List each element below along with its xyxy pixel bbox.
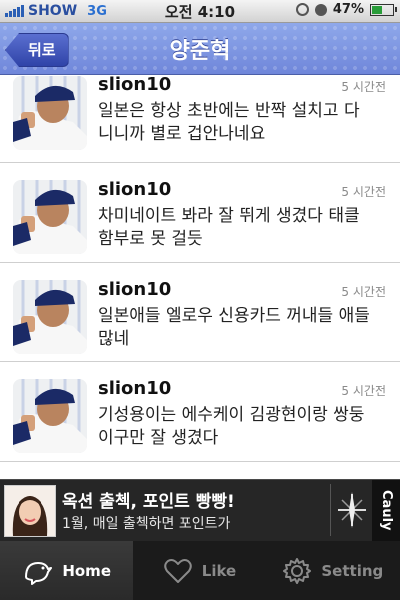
feed-item[interactable]: slion10 5 시간전 일본은 항상 초반에는 반짝 설치고 다니니까 별로… — [0, 75, 400, 163]
ad-banner[interactable]: 옥션 출첵, 포인트 빵빵! 1월, 매일 출첵하면 포인트가 Cauly — [0, 479, 400, 541]
heart-icon — [164, 558, 192, 583]
compass-icon[interactable] — [330, 484, 373, 536]
username[interactable]: slion10 — [98, 179, 171, 200]
player-photo-icon — [13, 379, 87, 453]
gear-icon — [283, 557, 312, 584]
avatar[interactable] — [13, 76, 87, 150]
status-bar: SHOW 3G 오전 4:10 47% — [0, 0, 400, 23]
post-time: 5 시간전 — [341, 384, 386, 398]
battery-percent: 47% — [332, 2, 364, 17]
player-photo-icon — [13, 180, 87, 254]
ad-title[interactable]: 옥션 출첵, 포인트 빵빵! — [62, 487, 235, 512]
tab-home-label: Home — [62, 561, 111, 580]
tab-setting-label: Setting — [321, 561, 384, 580]
navigation-bar: 뒤로 양준혁 — [0, 23, 400, 75]
post-text: 일본은 항상 초반에는 반짝 설치고 다니니까 별로 겁안나네요 — [98, 101, 360, 144]
post-time: 5 시간전 — [341, 80, 386, 94]
avatar[interactable] — [13, 280, 87, 354]
post-time: 5 시간전 — [341, 285, 386, 299]
tab-home[interactable]: Home — [0, 541, 134, 600]
player-photo-icon — [13, 280, 87, 354]
avatar[interactable] — [13, 379, 87, 453]
battery-icon — [370, 3, 397, 16]
avatar[interactable] — [13, 180, 87, 254]
alarm-icon — [314, 3, 327, 16]
page-title: 양준혁 — [169, 39, 231, 64]
tab-like[interactable]: Like — [133, 541, 266, 600]
ad-brand-label: Cauly — [379, 490, 394, 531]
ad-network-logo[interactable]: Cauly — [372, 480, 400, 541]
ad-subtitle[interactable]: 1월, 매일 출첵하면 포인트가 — [62, 513, 230, 533]
post-time: 5 시간전 — [341, 185, 386, 199]
username[interactable]: slion10 — [98, 279, 171, 300]
player-photo-icon — [13, 76, 87, 150]
username[interactable]: slion10 — [98, 75, 171, 95]
tab-setting[interactable]: Setting — [267, 541, 400, 600]
bird-icon — [25, 561, 53, 585]
tab-bar: Home Like Setting — [0, 541, 400, 600]
feed-item[interactable]: slion10 5 시간전 차미네이트 봐라 잘 뛰게 생겼다 태클 함부로 못… — [0, 163, 400, 263]
tab-like-label: Like — [201, 561, 237, 580]
rotation-lock-icon — [295, 3, 309, 16]
post-text: 기성용이는 에수케이 김광현이랑 쌍둥이구만 잘 생겼다 — [98, 405, 365, 448]
ad-thumbnail[interactable] — [4, 485, 56, 537]
feed-item[interactable]: slion10 5 시간전 기성용이는 에수케이 김광현이랑 쌍둥이구만 잘 생… — [0, 362, 400, 462]
post-text: 일본애들 엘로우 신용카드 꺼내들 애들 많네 — [98, 306, 370, 349]
post-text: 차미네이트 봐라 잘 뛰게 생겼다 태클 함부로 못 걸듯 — [98, 206, 360, 249]
username[interactable]: slion10 — [98, 378, 171, 399]
woman-portrait-icon — [5, 486, 55, 536]
feed-item[interactable]: slion10 5 시간전 일본애들 엘로우 신용카드 꺼내들 애들 많네 — [0, 263, 400, 362]
timeline-feed[interactable]: slion10 5 시간전 일본은 항상 초반에는 반짝 설치고 다니니까 별로… — [0, 75, 400, 479]
